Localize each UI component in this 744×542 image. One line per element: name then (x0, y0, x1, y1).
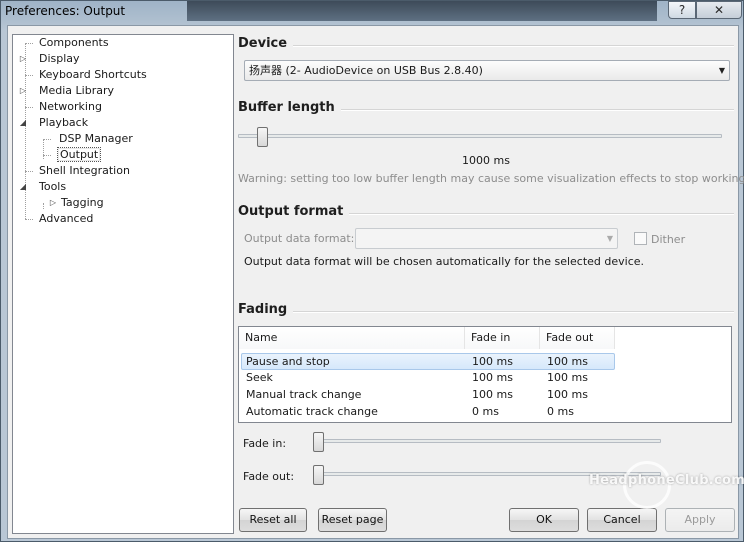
tree-item-label: DSP Manager (59, 132, 133, 145)
cell-name: Seek (246, 371, 273, 384)
column-header-name[interactable]: Name (239, 327, 465, 349)
cell-fade-in: 100 ms (472, 355, 513, 368)
device-select[interactable]: 扬声器 (2- AudioDevice on USB Bus 2.8.40) ▼ (244, 60, 730, 81)
tree-item-label: Keyboard Shortcuts (39, 68, 147, 81)
tree-connector (25, 75, 33, 76)
tree-item-keyboard-shortcuts[interactable]: Keyboard Shortcuts (25, 68, 149, 82)
tree-item-label: Advanced (39, 212, 94, 225)
cell-name: Manual track change (246, 388, 362, 401)
cell-fade-in: 100 ms (472, 388, 513, 401)
collapse-triangle-icon[interactable]: ◢ (19, 119, 27, 127)
close-button[interactable]: ✕ (696, 1, 742, 19)
tree-item-label: Components (39, 36, 109, 49)
fade-out-slider-thumb[interactable] (313, 465, 324, 485)
tree-item-display[interactable]: ▷ Display (20, 52, 82, 66)
tree-item-label: Shell Integration (39, 164, 130, 177)
tree-guide-line (43, 203, 44, 209)
output-data-format-select[interactable]: ▼ (355, 228, 618, 249)
expand-triangle-icon[interactable]: ▷ (19, 55, 27, 63)
preferences-tree[interactable]: Components ▷ Display Keyboard Shortcuts … (12, 34, 234, 534)
dropdown-arrow-icon: ▼ (606, 234, 613, 243)
tree-item-label: Media Library (39, 84, 114, 97)
buffer-warning-text: Warning: setting too low buffer length m… (238, 172, 744, 185)
apply-button[interactable]: Apply (665, 508, 735, 532)
tree-connector (43, 155, 51, 156)
background-window-ghost (187, 1, 657, 21)
buffer-length-slider-thumb[interactable] (256, 127, 268, 147)
tree-item-advanced[interactable]: Advanced (25, 212, 95, 226)
tree-item-tagging[interactable]: ▷ Tagging (45, 196, 106, 210)
tree-guide-line (43, 139, 44, 159)
fading-list[interactable]: Name Fade in Fade out Pause and stop 100… (238, 326, 732, 423)
tree-connector (43, 139, 51, 140)
title-bar[interactable]: Preferences: Output ? ✕ (1, 1, 744, 25)
cell-fade-out: 100 ms (547, 388, 588, 401)
expand-triangle-icon[interactable]: ▷ (49, 199, 57, 207)
reset-page-button[interactable]: Reset page (318, 508, 387, 532)
column-header-fade-out[interactable]: Fade out (540, 327, 615, 349)
fading-row-pause-and-stop[interactable]: Pause and stop 100 ms 100 ms (241, 353, 615, 370)
tree-item-label: Display (39, 52, 80, 65)
cell-fade-out: 100 ms (547, 371, 588, 384)
tree-item-label: Tools (39, 180, 67, 193)
section-rule (238, 311, 734, 313)
tree-connector (25, 107, 33, 108)
device-select-value: 扬声器 (2- AudioDevice on USB Bus 2.8.40) (249, 64, 483, 77)
tree-item-label: Networking (39, 100, 102, 113)
preferences-window: Preferences: Output ? ✕ Components ▷ Dis… (0, 0, 744, 542)
buffer-length-heading: Buffer length (238, 100, 341, 115)
fading-row-manual-track-change[interactable]: Manual track change 100 ms 100 ms (241, 387, 615, 404)
ok-button[interactable]: OK (509, 508, 579, 532)
tree-item-label: Output (57, 147, 102, 162)
cell-name: Automatic track change (246, 405, 378, 418)
tree-item-shell-integration[interactable]: Shell Integration (25, 164, 132, 178)
tree-item-playback[interactable]: ◢ Playback (20, 116, 90, 130)
device-heading: Device (238, 36, 294, 51)
tree-item-tools[interactable]: ◢ Tools (20, 180, 68, 194)
output-format-heading: Output format (238, 204, 350, 219)
cell-name: Pause and stop (246, 355, 330, 368)
dropdown-arrow-icon: ▼ (718, 66, 725, 75)
cancel-button[interactable]: Cancel (587, 508, 657, 532)
fade-in-label: Fade in: (243, 437, 287, 450)
help-button[interactable]: ? (668, 1, 696, 19)
fade-in-slider-track[interactable] (313, 439, 661, 443)
tree-connector (25, 171, 33, 172)
cell-fade-in: 0 ms (472, 405, 499, 418)
tree-item-output[interactable]: Output (43, 147, 102, 162)
reset-all-button[interactable]: Reset all (239, 508, 307, 532)
fade-out-slider-track[interactable] (313, 472, 661, 476)
tree-item-components[interactable]: Components (25, 36, 111, 50)
fading-row-automatic-track-change[interactable]: Automatic track change 0 ms 0 ms (241, 404, 615, 421)
fading-heading: Fading (238, 302, 294, 317)
fading-list-header: Name Fade in Fade out (239, 327, 615, 349)
tree-item-label: Playback (39, 116, 89, 129)
buffer-length-slider-track[interactable] (238, 134, 722, 138)
section-rule (238, 45, 734, 47)
tree-item-media-library[interactable]: ▷ Media Library (20, 84, 116, 98)
tree-item-dsp-manager[interactable]: DSP Manager (43, 132, 135, 146)
column-header-fade-in[interactable]: Fade in (465, 327, 540, 349)
tree-connector (25, 219, 33, 220)
window-title: Preferences: Output (5, 4, 126, 18)
dialog-body: Components ▷ Display Keyboard Shortcuts … (7, 25, 744, 539)
fading-row-seek[interactable]: Seek 100 ms 100 ms (241, 370, 615, 387)
expand-triangle-icon[interactable]: ▷ (19, 87, 27, 95)
dither-checkbox[interactable] (634, 232, 647, 245)
buffer-length-value: 1000 ms (462, 154, 510, 167)
tree-guide-line (25, 43, 26, 219)
collapse-triangle-icon[interactable]: ◢ (19, 183, 27, 191)
fade-in-slider-thumb[interactable] (313, 432, 324, 452)
cell-fade-in: 100 ms (472, 371, 513, 384)
output-data-format-label: Output data format: (244, 232, 355, 245)
cell-fade-out: 0 ms (547, 405, 574, 418)
tree-item-networking[interactable]: Networking (25, 100, 104, 114)
cell-fade-out: 100 ms (547, 355, 588, 368)
tree-connector (25, 43, 33, 44)
tree-item-label: Tagging (61, 196, 104, 209)
output-format-info: Output data format will be chosen automa… (244, 255, 645, 268)
fade-out-label: Fade out: (243, 470, 295, 483)
dither-label: Dither (651, 233, 686, 246)
